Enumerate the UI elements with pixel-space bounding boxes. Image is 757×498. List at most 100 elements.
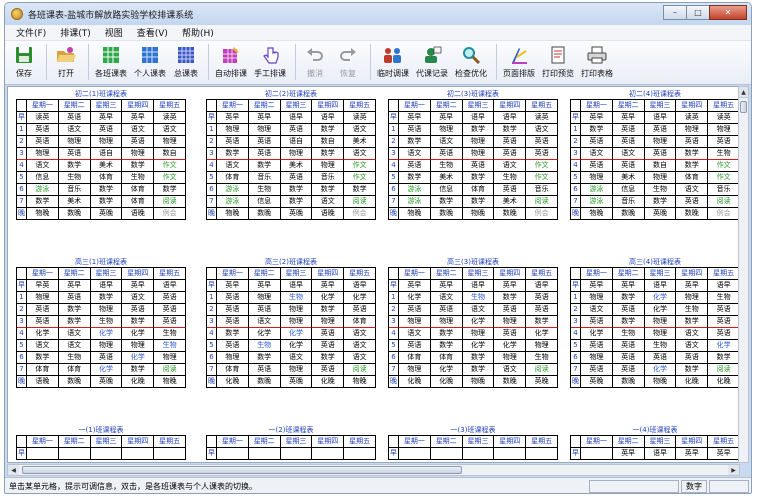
schedule-cell[interactable]: 作文 xyxy=(154,160,186,172)
schedule-cell[interactable]: 语文 xyxy=(676,328,709,340)
schedule-cell[interactable]: 生物 xyxy=(676,304,709,316)
schedule-cell[interactable]: 物理 xyxy=(217,352,249,364)
schedule-cell[interactable]: 游泳 xyxy=(581,196,613,208)
schedule-cell[interactable]: 语自 xyxy=(90,148,123,160)
schedule-cell[interactable]: 英早 xyxy=(122,280,155,292)
schedule-cell[interactable]: 语文 xyxy=(612,148,645,160)
schedule-cell[interactable]: 英语 xyxy=(122,304,155,316)
schedule-cell[interactable]: 化晚 xyxy=(676,376,709,388)
schedule-cell[interactable]: 英语 xyxy=(612,124,645,136)
schedule-cell[interactable]: 物理 xyxy=(494,316,527,328)
schedule-cell[interactable]: 语文 xyxy=(344,328,376,340)
schedule-cell[interactable]: 化学 xyxy=(526,328,558,340)
schedule-cell[interactable]: 物理 xyxy=(462,136,495,148)
schedule-cell[interactable]: 阅读 xyxy=(154,196,186,208)
schedule-cell[interactable]: 数学 xyxy=(462,196,495,208)
schedule-cell[interactable]: 物晚 xyxy=(344,376,376,388)
schedule-cell[interactable]: 英语 xyxy=(676,196,709,208)
schedule-cell[interactable]: 英语 xyxy=(708,316,739,328)
schedule-cell[interactable]: 数学 xyxy=(90,184,123,196)
schedule-cell[interactable]: 数学 xyxy=(312,352,345,364)
schedule-cell[interactable]: 生物 xyxy=(122,172,155,184)
schedule-cell[interactable]: 物理 xyxy=(581,172,613,184)
schedule-cell[interactable]: 阅读 xyxy=(344,364,376,376)
schedule-cell[interactable]: 数学 xyxy=(430,196,463,208)
schedule-cell[interactable]: 数学 xyxy=(312,148,345,160)
schedule-cell[interactable] xyxy=(58,448,91,460)
schedule-cell[interactable]: 数晚 xyxy=(430,208,463,220)
schedule-cell[interactable]: 物晚 xyxy=(462,208,495,220)
schedule-cell[interactable]: 英语 xyxy=(312,340,345,352)
schedule-cell[interactable]: 英晚 xyxy=(644,208,677,220)
schedule-cell[interactable]: 英语 xyxy=(462,160,495,172)
schedule-cell[interactable]: 英语 xyxy=(581,136,613,148)
schedule-cell[interactable]: 美术 xyxy=(90,160,123,172)
schedule-cell[interactable]: 英晚 xyxy=(280,376,313,388)
toolbar-button-7[interactable]: 撤消 xyxy=(300,41,330,79)
schedule-cell[interactable]: 作文 xyxy=(526,160,558,172)
schedule-cell[interactable]: 物理 xyxy=(644,172,677,184)
schedule-cell[interactable]: 英早 xyxy=(399,112,431,124)
schedule-cell[interactable]: 生物 xyxy=(526,352,558,364)
schedule-cell[interactable]: 作文 xyxy=(708,172,739,184)
schedule-cell[interactable]: 数学 xyxy=(27,196,59,208)
schedule-cell[interactable]: 物晚 xyxy=(644,376,677,388)
schedule-cell[interactable]: 英早 xyxy=(676,448,709,460)
schedule-cell[interactable]: 生物 xyxy=(154,340,186,352)
schedule-cell[interactable]: 作文 xyxy=(154,172,186,184)
schedule-cell[interactable]: 语早 xyxy=(644,280,677,292)
schedule-cell[interactable]: 化学 xyxy=(312,292,345,304)
schedule-cell[interactable]: 英早 xyxy=(248,280,281,292)
scroll-left-icon[interactable]: ◀ xyxy=(8,465,19,475)
schedule-cell[interactable]: 物晚 xyxy=(154,376,186,388)
schedule-cell[interactable]: 数学 xyxy=(58,304,91,316)
schedule-cell[interactable]: 英语 xyxy=(27,304,59,316)
schedule-cell[interactable]: 英语 xyxy=(676,352,709,364)
minimize-button[interactable]: – xyxy=(663,5,687,20)
schedule-cell[interactable]: 英语 xyxy=(90,352,123,364)
schedule-cell[interactable]: 数学 xyxy=(399,172,431,184)
schedule-cell[interactable]: 化学 xyxy=(644,304,677,316)
schedule-cell[interactable]: 英语 xyxy=(581,160,613,172)
maximize-button[interactable]: □ xyxy=(686,5,710,20)
schedule-cell[interactable]: 英语 xyxy=(430,304,463,316)
schedule-cell[interactable]: 英语 xyxy=(644,352,677,364)
schedule-cell[interactable]: 读英 xyxy=(676,112,709,124)
schedule-cell[interactable]: 语文 xyxy=(399,148,431,160)
schedule-cell[interactable]: 化学 xyxy=(462,316,495,328)
schedule-cell[interactable]: 化学 xyxy=(644,292,677,304)
schedule-cell[interactable]: 物理 xyxy=(280,316,313,328)
schedule-cell[interactable]: 数学 xyxy=(676,148,709,160)
close-button[interactable]: ✕ xyxy=(709,5,747,20)
toolbar-button-10[interactable]: 代课记录 xyxy=(414,41,450,79)
schedule-cell[interactable]: 英语 xyxy=(217,316,249,328)
schedule-cell[interactable]: 语文 xyxy=(494,364,527,376)
schedule-cell[interactable]: 数学 xyxy=(462,124,495,136)
schedule-cell[interactable]: 数学 xyxy=(612,292,645,304)
schedule-cell[interactable]: 英语 xyxy=(526,136,558,148)
schedule-cell[interactable]: 阅读 xyxy=(708,196,739,208)
schedule-cell[interactable]: 体育 xyxy=(122,184,155,196)
schedule-cell[interactable] xyxy=(27,448,59,460)
schedule-cell[interactable]: 物理 xyxy=(526,340,558,352)
schedule-cell[interactable]: 物理 xyxy=(280,304,313,316)
schedule-cell[interactable]: 语文 xyxy=(217,160,249,172)
schedule-cell[interactable] xyxy=(122,448,155,460)
schedule-cell[interactable]: 英语 xyxy=(280,124,313,136)
schedule-cell[interactable]: 语文 xyxy=(676,184,709,196)
schedule-cell[interactable]: 语文 xyxy=(526,124,558,136)
schedule-cell[interactable]: 作文 xyxy=(344,160,376,172)
schedule-cell[interactable]: 数学 xyxy=(344,184,376,196)
schedule-cell[interactable]: 语文 xyxy=(58,340,91,352)
schedule-cell[interactable]: 数学 xyxy=(676,160,709,172)
schedule-cell[interactable] xyxy=(280,448,313,460)
schedule-cell[interactable]: 物理 xyxy=(399,316,431,328)
schedule-cell[interactable]: 物理 xyxy=(312,160,345,172)
schedule-cell[interactable]: 数学 xyxy=(90,196,123,208)
schedule-cell[interactable]: 数学 xyxy=(708,352,739,364)
schedule-cell[interactable]: 数学 xyxy=(312,304,345,316)
toolbar-button-5[interactable]: 自动排课 xyxy=(213,41,249,79)
schedule-cell[interactable]: 英语 xyxy=(312,328,345,340)
schedule-cell[interactable]: 音乐 xyxy=(58,184,91,196)
schedule-cell[interactable] xyxy=(462,448,495,460)
